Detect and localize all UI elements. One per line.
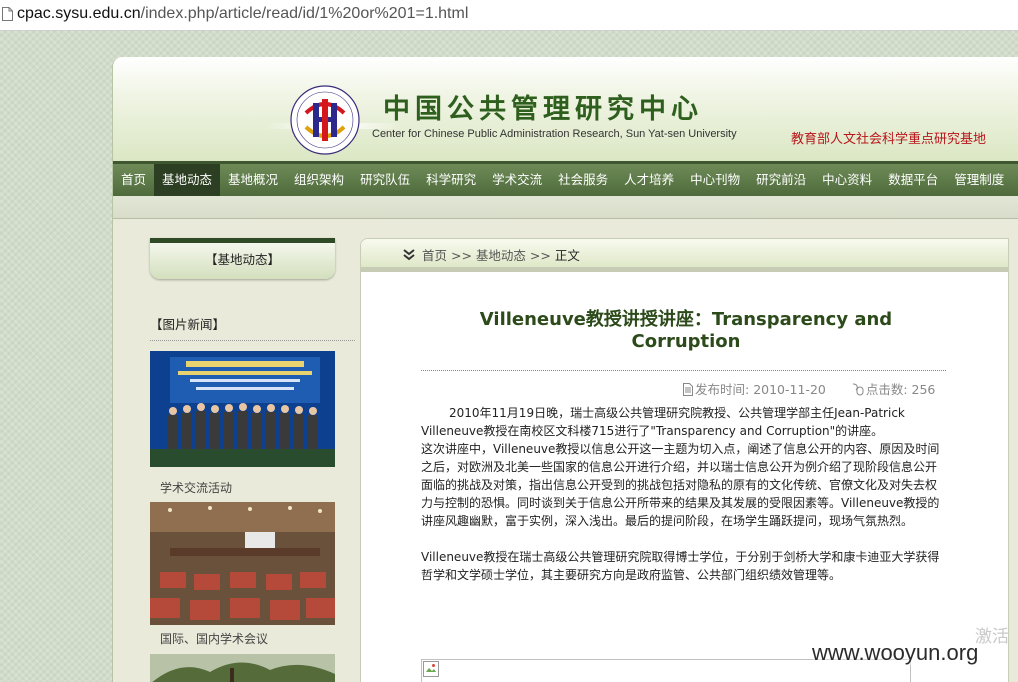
photo-caption[interactable]: 学术交流活动 <box>160 479 232 496</box>
nav-item-organization[interactable]: 组织架构 <box>286 164 352 196</box>
photo-caption[interactable]: 国际、国内学术会议 <box>160 630 268 647</box>
document-icon <box>683 383 693 396</box>
sidebar-box: 【基地动态】 <box>150 238 335 279</box>
photo-conference[interactable] <box>150 502 335 625</box>
nav-item-data[interactable]: 数据平台 <box>880 164 946 196</box>
main-nav: 首页 基地动态 基地概况 组织架构 研究队伍 科学研究 学术交流 社会服务 人才… <box>113 161 1018 196</box>
nav-item-service[interactable]: 社会服务 <box>550 164 616 196</box>
center-logo-icon[interactable] <box>288 83 362 157</box>
mouse-pointer-icon <box>852 383 864 396</box>
nav-item-team[interactable]: 研究队伍 <box>352 164 418 196</box>
publish-date: 2010-11-20 <box>753 382 826 397</box>
nav-item-frontier[interactable]: 研究前沿 <box>748 164 814 196</box>
breadcrumb: 首页 >> 基地动态 >> 正文 <box>403 245 580 264</box>
photo-campus[interactable] <box>150 654 335 682</box>
site-title-cn: 中国公共管理研究中心 <box>383 94 703 125</box>
breadcrumb-bar: 首页 >> 基地动态 >> 正文 <box>361 239 1008 272</box>
nav-item-rules[interactable]: 管理制度 <box>946 164 1012 196</box>
nav-item-news[interactable]: 基地动态 <box>154 164 221 196</box>
site-badge: 教育部人文社会科学重点研究基地 <box>791 132 987 147</box>
site-header: 中国公共管理研究中心 Center for Chinese Public Adm… <box>113 57 1018 161</box>
title-divider <box>421 370 946 371</box>
watermark: www.wooyun.org <box>812 640 979 665</box>
double-chevron-down-icon <box>403 249 415 261</box>
nav-item-journal[interactable]: 中心刊物 <box>682 164 748 196</box>
url-text[interactable]: cpac.sysu.edu.cn/index.php/article/read/… <box>17 5 468 23</box>
article-meta: 发布时间: 2010-11-20 点击数: 256 <box>683 379 935 398</box>
page-frame: 中国公共管理研究中心 Center for Chinese Public Adm… <box>112 57 1018 682</box>
article-title-line: Villeneuve教授讲授讲座：Transparency and <box>479 309 893 330</box>
nav-item-resources[interactable]: 中心资料 <box>814 164 880 196</box>
article-paragraph: 2010年11月19日晚，瑞士高级公共管理研究院教授、公共管理学部主任Jean-… <box>421 406 905 438</box>
publish-label: 发布时间: <box>695 382 750 397</box>
nav-item-research[interactable]: 科学研究 <box>418 164 484 196</box>
url-host: cpac.sysu.edu.cn <box>17 5 141 22</box>
clicks-label: 点击数: <box>865 382 908 397</box>
article-paragraph: 这次讲座中，Villeneuve教授以信息公开这一主题为切入点，阐述了信息公开的… <box>421 442 940 528</box>
nav-item-education[interactable]: 人才培养 <box>616 164 682 196</box>
sidebar-box-title: 【基地动态】 <box>204 252 280 267</box>
nav-item-home[interactable]: 首页 <box>113 164 154 196</box>
article-panel: 首页 >> 基地动态 >> 正文 Villeneuve教授讲授讲座：Transp… <box>360 238 1009 682</box>
sub-nav-bar <box>113 196 1018 219</box>
url-path: /index.php/article/read/id/1%20or%201=1.… <box>140 5 469 22</box>
nav-item-exchange[interactable]: 学术交流 <box>484 164 550 196</box>
article-title: Villeneuve教授讲授讲座：Transparency and Corrup… <box>421 309 951 353</box>
broken-image-icon <box>423 661 439 677</box>
breadcrumb-home[interactable]: 首页 <box>422 248 447 263</box>
page-icon <box>2 7 13 21</box>
nav-item-overview[interactable]: 基地概况 <box>220 164 286 196</box>
article-body: 2010年11月19日晚，瑞士高级公共管理研究院教授、公共管理学部主任Jean-… <box>421 404 943 584</box>
photo-group-lecture[interactable] <box>150 351 335 467</box>
breadcrumb-separator: >> <box>450 248 472 263</box>
breadcrumb-current: 正文 <box>554 248 580 263</box>
click-count: 256 <box>911 382 936 397</box>
address-bar[interactable]: cpac.sysu.edu.cn/index.php/article/read/… <box>0 0 1018 31</box>
sidebar-section-title: 【图片新闻】 <box>150 314 355 341</box>
breadcrumb-section[interactable]: 基地动态 <box>476 248 526 263</box>
article-title-line: Corruption <box>631 331 741 352</box>
site-title-en: Center for Chinese Public Administration… <box>372 128 737 140</box>
breadcrumb-separator: >> <box>529 248 551 263</box>
activate-windows-text: 激活 <box>975 627 1009 647</box>
article-paragraph: Villeneuve教授在瑞士高级公共管理研究院取得博士学位，于分别于剑桥大学和… <box>421 550 940 582</box>
